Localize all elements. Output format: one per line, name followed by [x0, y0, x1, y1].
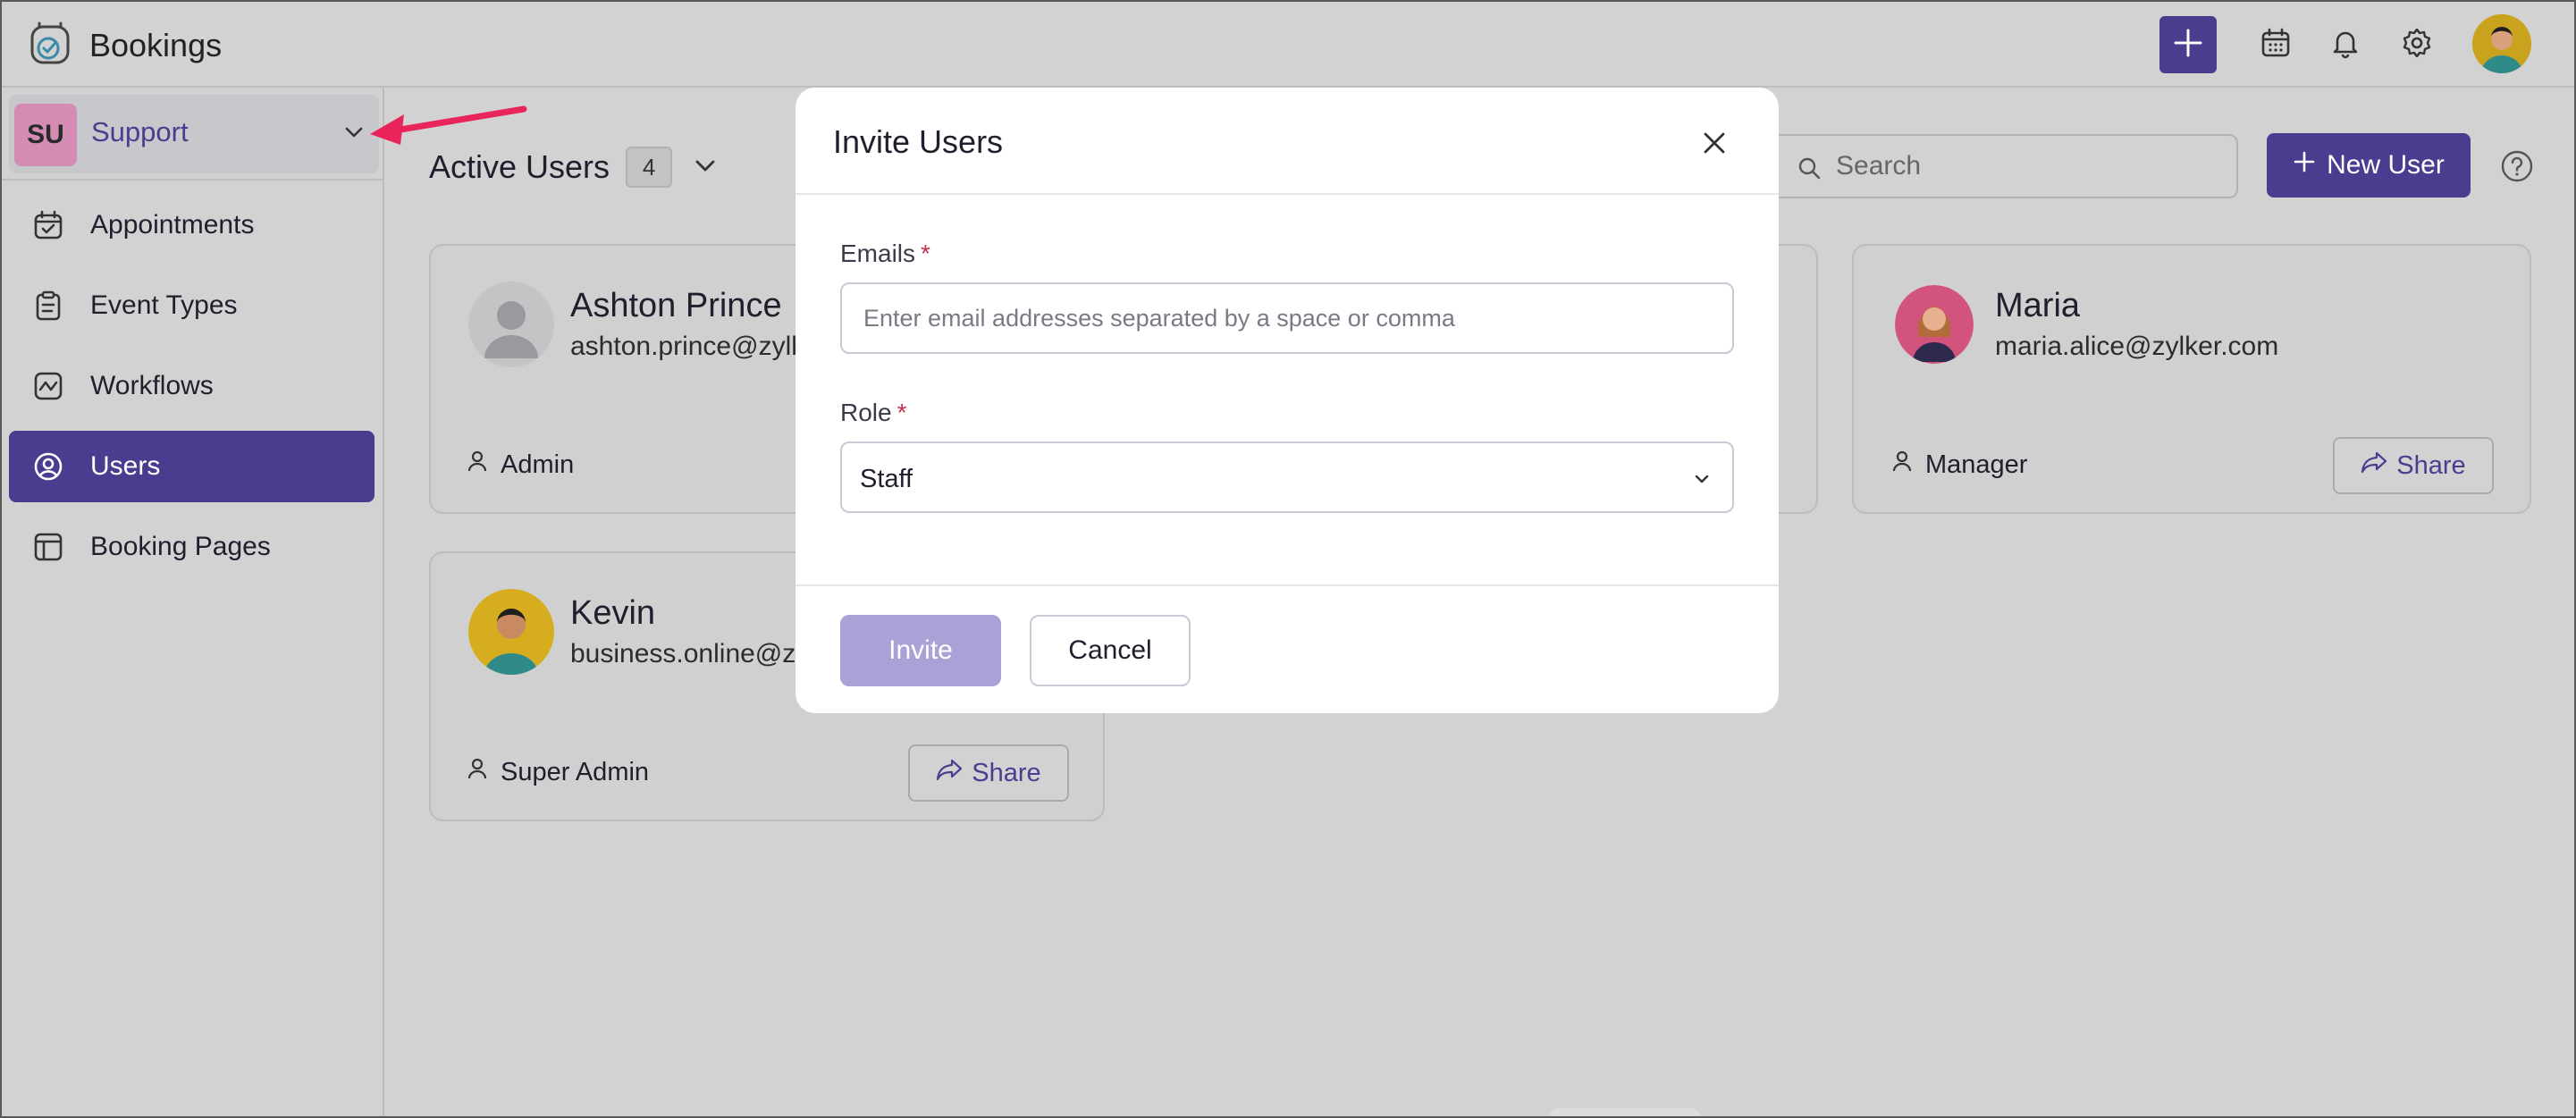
role-label: Role * [840, 399, 907, 427]
sidebar-item-label: Users [90, 451, 161, 481]
bookings-logo-icon [27, 20, 73, 71]
sidebar-item-label: Appointments [90, 210, 255, 240]
clipboard-icon [30, 288, 66, 324]
add-button[interactable] [2159, 16, 2217, 73]
sidebar-item-users[interactable]: Users [9, 431, 375, 502]
calendar-icon [2260, 27, 2292, 63]
new-user-button[interactable]: New User [2267, 133, 2471, 198]
bell-icon [2329, 27, 2361, 63]
role-select-value: Staff [860, 465, 913, 493]
share-label: Share [972, 758, 1041, 787]
plus-icon [2173, 28, 2203, 63]
user-icon [1891, 450, 1913, 480]
section-title: Active Users [429, 148, 610, 185]
app-title: Bookings [89, 26, 223, 63]
notifications-button[interactable] [2326, 25, 2365, 64]
user-role: Manager [1891, 450, 2027, 480]
search-input[interactable] [1836, 148, 2211, 184]
share-icon [936, 758, 963, 788]
user-role: Super Admin [467, 757, 649, 787]
top-bar: Bookings [0, 0, 2576, 88]
user-count-badge: 4 [626, 147, 673, 188]
user-email: maria.alice@zylker.com [1995, 332, 2279, 361]
search-field[interactable] [1772, 134, 2238, 198]
role-label: Manager [1925, 450, 2028, 479]
avatar [468, 589, 554, 675]
user-icon [467, 450, 488, 480]
org-name: Support [91, 116, 189, 147]
user-email: business.online@zy [570, 639, 810, 668]
gear-icon [2400, 26, 2434, 64]
sidebar-item-appointments[interactable]: Appointments [9, 189, 375, 261]
emails-input[interactable] [840, 282, 1734, 354]
sidebar-item-event-types[interactable]: Event Types [9, 270, 375, 341]
invite-users-dialog: Invite Users Emails* Role* Staff Invite … [796, 88, 1779, 713]
user-avatar[interactable] [2472, 14, 2531, 73]
close-icon[interactable] [1698, 127, 1730, 159]
user-email: ashton.prince@zylk [570, 332, 805, 361]
search-icon [1797, 156, 1822, 185]
share-icon [2361, 450, 2387, 481]
role-label: Super Admin [501, 757, 650, 786]
settings-button[interactable] [2397, 25, 2437, 64]
user-circle-icon [30, 449, 66, 484]
dialog-header: Invite Users [796, 88, 1779, 195]
dialog-title: Invite Users [833, 123, 1004, 160]
emails-label-text: Emails [840, 240, 916, 267]
active-users-header[interactable]: Active Users 4 [429, 147, 719, 188]
calendar-check-icon [30, 207, 66, 243]
scroll-handle[interactable] [1550, 1108, 1700, 1118]
role-label-text: Role [840, 399, 892, 426]
role-select[interactable]: Staff [840, 441, 1734, 513]
org-badge: SU [14, 104, 77, 166]
dialog-footer-divider [796, 584, 1779, 586]
cancel-button[interactable]: Cancel [1030, 615, 1191, 686]
brand[interactable]: Bookings [27, 20, 222, 71]
user-card[interactable]: Maria maria.alice@zylker.com Manager Sha… [1852, 244, 2531, 514]
user-name: Maria [1995, 287, 2081, 324]
chevron-down-icon [1689, 467, 1714, 496]
sidebar-item-label: Booking Pages [90, 532, 271, 561]
new-user-label: New User [2327, 150, 2445, 180]
avatar [468, 282, 554, 367]
sidebar-item-booking-pages[interactable]: Booking Pages [9, 511, 375, 583]
plus-icon [2293, 150, 2316, 181]
share-button[interactable]: Share [2333, 437, 2494, 494]
user-role: Admin [467, 450, 574, 480]
chevron-down-icon[interactable] [692, 152, 719, 183]
user-name: Ashton Prince [570, 287, 782, 324]
layout-icon [30, 529, 66, 565]
share-label: Share [2396, 450, 2466, 480]
user-icon [467, 757, 488, 787]
org-switcher[interactable]: SU Support [9, 95, 379, 173]
role-label: Admin [501, 450, 575, 479]
help-icon[interactable] [2499, 148, 2535, 184]
required-mark: * [897, 399, 907, 426]
sidebar: SU Support Appointments Event Types Work… [0, 88, 384, 1118]
sidebar-item-label: Event Types [90, 290, 238, 320]
sidebar-item-workflows[interactable]: Workflows [9, 350, 375, 422]
emails-label: Emails * [840, 240, 930, 268]
sidebar-item-label: Workflows [90, 371, 214, 400]
required-mark: * [921, 240, 930, 267]
calendar-button[interactable] [2256, 25, 2295, 64]
share-button[interactable]: Share [908, 744, 1069, 802]
avatar [1895, 285, 1974, 364]
chevron-down-icon [341, 120, 366, 149]
user-name: Kevin [570, 594, 656, 632]
sidebar-divider [0, 179, 384, 181]
invite-button[interactable]: Invite [840, 615, 1001, 686]
workflow-icon [30, 368, 66, 404]
